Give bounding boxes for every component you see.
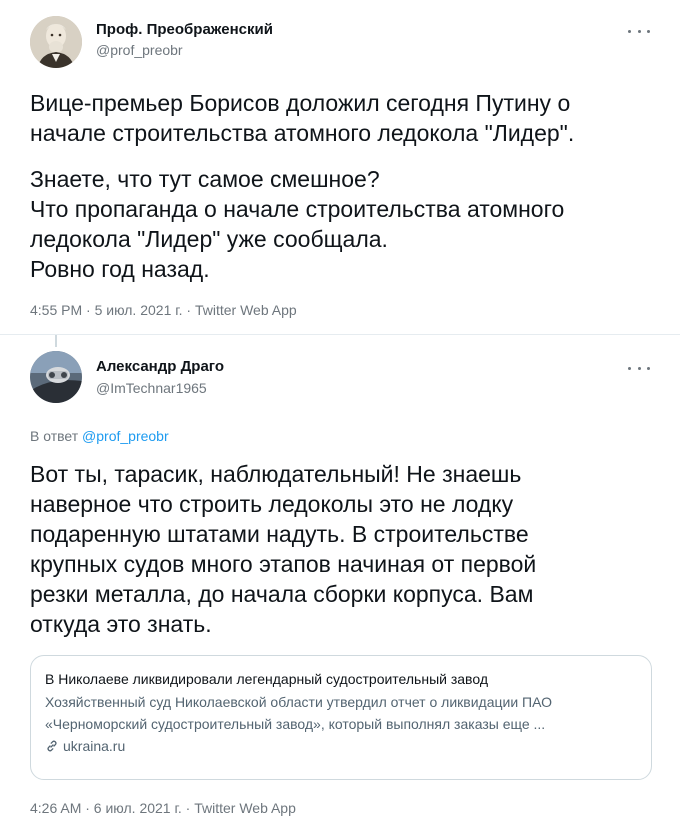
tweet-text: Знаете, что тут самое смешное? Что пропа… [30, 166, 565, 282]
author-name[interactable]: Проф. Преображенский [96, 21, 273, 38]
card-domain-text: ukraina.ru [63, 738, 126, 754]
tweet-original[interactable]: Проф. Преображенский @prof_preobr Вице-п… [0, 0, 680, 335]
reply-to-handle-link[interactable]: @prof_preobr [82, 428, 169, 444]
more-options-icon[interactable] [628, 361, 650, 375]
link-icon [47, 740, 57, 752]
tweet-timestamp[interactable]: 4:26 AM · 6 июл. 2021 г. · Twitter Web A… [30, 800, 296, 816]
author-handle[interactable]: @ImTechnar1965 [96, 380, 207, 396]
tweet-reply[interactable]: Александр Драго @ImTechnar1965 В ответ @… [0, 335, 680, 832]
card-description: Хозяйственный суд Николаевской области у… [45, 694, 553, 732]
reply-to-line: В ответ @prof_preobr [30, 428, 169, 444]
author-avatar[interactable] [30, 351, 82, 403]
author-avatar[interactable] [30, 16, 82, 68]
more-options-icon[interactable] [628, 24, 650, 38]
tweet-timestamp[interactable]: 4:55 PM · 5 июл. 2021 г. · Twitter Web A… [30, 302, 297, 318]
avatar-photo-icon [30, 351, 82, 403]
author-name[interactable]: Александр Драго [96, 358, 224, 375]
card-domain: ukraina.ru [45, 735, 637, 757]
reply-to-label: В ответ [30, 428, 83, 444]
thread-connector [55, 335, 57, 347]
author-handle[interactable]: @prof_preobr [96, 42, 183, 58]
tweet-text: Вот ты, тарасик, наблюдательный! Не знае… [30, 461, 537, 637]
tweet-text: Вице-премьер Борисов доложил сегодня Пут… [30, 90, 575, 146]
avatar-portrait-icon [30, 16, 82, 68]
link-preview-card[interactable]: В Николаеве ликвидировали легендарный су… [30, 655, 652, 780]
card-title: В Николаеве ликвидировали легендарный су… [45, 671, 488, 687]
